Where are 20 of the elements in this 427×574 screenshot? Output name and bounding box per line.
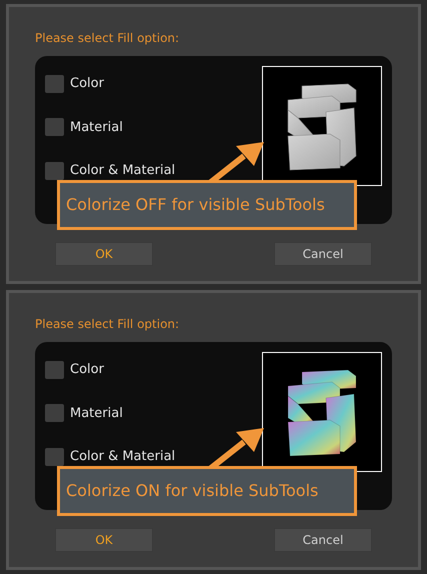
cancel-button[interactable]: Cancel [274, 528, 372, 552]
prompt-text: Please select Fill option: [35, 316, 180, 333]
option-label: Color & Material [70, 448, 176, 466]
checkbox[interactable] [45, 74, 64, 93]
checkbox[interactable] [45, 360, 64, 379]
option-label: Material [70, 404, 123, 422]
cancel-button[interactable]: Cancel [274, 242, 372, 266]
callout-text: Colorize ON for visible SubTools [57, 466, 357, 516]
checkbox[interactable] [45, 118, 64, 136]
option-label: Color [70, 75, 104, 93]
checkbox[interactable] [45, 404, 64, 422]
checkbox[interactable] [45, 448, 64, 466]
option-label: Color [70, 361, 104, 379]
checkbox[interactable] [45, 162, 64, 180]
ok-button[interactable]: OK [55, 242, 153, 266]
prompt-text: Please select Fill option: [35, 30, 180, 47]
callout-text: Colorize OFF for visible SubTools [57, 180, 357, 230]
ok-button[interactable]: OK [55, 528, 153, 552]
option-label: Material [70, 118, 123, 136]
option-label: Color & Material [70, 162, 176, 180]
